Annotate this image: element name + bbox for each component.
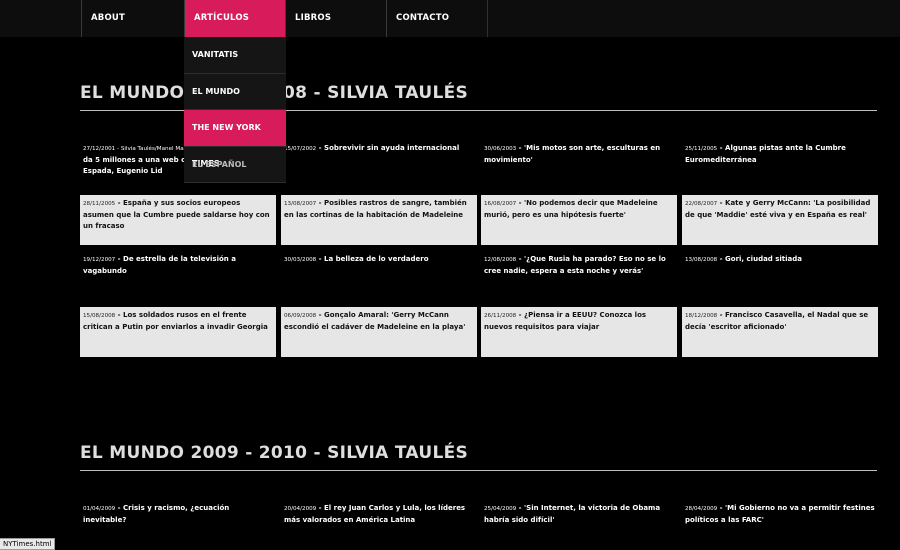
article-card[interactable]: 20/04/2009 - El rey Juan Carlos y Lula, … [281, 500, 477, 550]
article-title-link[interactable]: - Sobrevivir sin ayuda internacional [316, 144, 460, 152]
article-date: 16/08/2007 [484, 201, 517, 207]
article-date: 20/04/2009 [284, 506, 317, 512]
article-date: 19/12/2007 [83, 257, 116, 263]
nav-about[interactable]: ABOUT [81, 0, 184, 37]
article-card[interactable]: 16/08/2007 - 'No podemos decir que Madel… [481, 195, 677, 245]
article-date: 25/04/2009 [484, 506, 517, 512]
article-card[interactable]: 30/03/2008 - La belleza de lo verdadero [281, 251, 477, 301]
dropdown-item-el-espanol[interactable]: EL ESPAÑOL [184, 147, 286, 183]
article-card[interactable]: 13/08/2008 - Gori, ciudad sitiada [682, 251, 878, 301]
article-date: 25/11/2005 [685, 146, 718, 152]
article-date: 28/11/2005 [83, 201, 116, 207]
article-title-link[interactable]: - La belleza de lo verdadero [316, 255, 429, 263]
dropdown-item-vanitatis[interactable]: VANITATIS [184, 37, 286, 74]
article-date: 18/12/2008 [685, 313, 718, 319]
top-nav: ABOUT ARTÍCULOS LIBROS CONTACTO [0, 0, 900, 37]
article-card[interactable]: 30/06/2003 - 'Mis motos son arte, escult… [481, 140, 677, 190]
article-date: 12/08/2008 [484, 257, 517, 263]
articulos-dropdown: VANITATIS EL MUNDO THE NEW YORK TIMES EL… [184, 37, 286, 183]
status-bar-url: NYTimes.html [0, 538, 56, 550]
article-card[interactable]: 26/11/2008 - ¿Piensa ir a EEUU? Conozca … [481, 307, 677, 357]
article-date: 15/08/2008 [83, 313, 116, 319]
article-date: 13/08/2008 [685, 257, 718, 263]
article-date: 30/03/2008 [284, 257, 317, 263]
article-card[interactable]: 15/07/2002 - Sobrevivir sin ayuda intern… [281, 140, 477, 190]
article-date: 30/06/2003 [484, 146, 517, 152]
article-card[interactable]: 28/11/2005 - España y sus socios europeo… [80, 195, 276, 245]
article-card[interactable]: 19/12/2007 - De estrella de la televisió… [80, 251, 276, 301]
section-divider [80, 470, 877, 471]
nav-contacto[interactable]: CONTACTO [386, 0, 488, 37]
article-date: 15/07/2002 [284, 146, 317, 152]
nav-libros[interactable]: LIBROS [285, 0, 387, 37]
article-date: 26/11/2008 [484, 313, 517, 319]
article-card[interactable]: 18/12/2008 - Francisco Casavella, el Nad… [682, 307, 878, 357]
article-card[interactable]: 22/08/2007 - Kate y Gerry McCann: 'La po… [682, 195, 878, 245]
article-card[interactable]: 13/08/2007 - Posibles rastros de sangre,… [281, 195, 477, 245]
article-card[interactable]: 28/04/2009 - 'Mi Gobierno no va a permit… [682, 500, 878, 550]
article-card[interactable]: 25/11/2005 - Algunas pistas ante la Cumb… [682, 140, 878, 190]
article-card[interactable]: 12/08/2008 - '¿Que Rusia ha parado? Eso … [481, 251, 677, 301]
article-date: 13/08/2007 [284, 201, 317, 207]
dropdown-item-el-mundo[interactable]: EL MUNDO [184, 74, 286, 110]
article-date: 01/04/2009 [83, 506, 116, 512]
article-card[interactable]: 15/08/2008 - Los soldados rusos en el fr… [80, 307, 276, 357]
article-title-link[interactable]: - Gori, ciudad sitiada [717, 255, 802, 263]
article-card[interactable]: 25/04/2009 - 'Sin Internet, la victoria … [481, 500, 677, 550]
article-date: 28/04/2009 [685, 506, 718, 512]
article-card[interactable]: 01/04/2009 - Crisis y racismo, ¿ecuación… [80, 500, 276, 550]
article-date: 06/09/2008 [284, 313, 317, 319]
section-title-2009-2010: EL MUNDO 2009 - 2010 - SILVIA TAULÉS [80, 443, 469, 463]
nav-articulos[interactable]: ARTÍCULOS [184, 0, 286, 37]
article-date: 22/08/2007 [685, 201, 718, 207]
dropdown-item-nytimes[interactable]: THE NEW YORK TIMES [184, 110, 286, 168]
article-card[interactable]: 06/09/2008 - Gonçalo Amaral: 'Gerry McCa… [281, 307, 477, 357]
